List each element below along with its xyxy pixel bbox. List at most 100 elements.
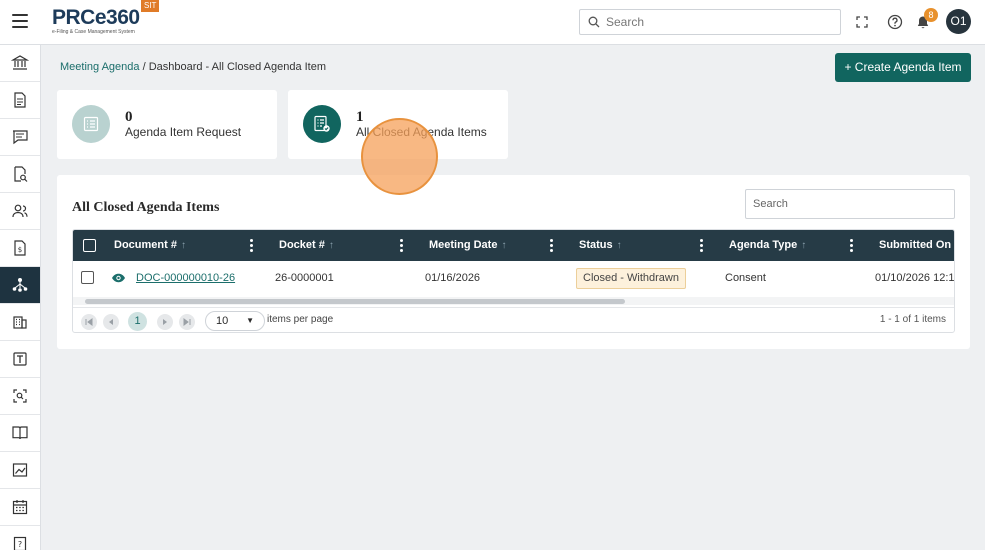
file-search-icon xyxy=(14,166,28,182)
menu-icon[interactable] xyxy=(12,14,28,28)
help-doc-icon: ? xyxy=(13,536,27,550)
prev-page-icon[interactable] xyxy=(103,314,119,330)
bank-icon xyxy=(11,55,29,70)
calendar-icon xyxy=(12,500,28,515)
agenda-grid: Document # ↑ Docket # ↑ Meeting Date ↑ Stat… xyxy=(72,229,955,333)
status-badge: Closed - Withdrawn xyxy=(576,268,686,289)
submitted-on-cell: 01/10/2026 12:10 xyxy=(875,272,955,284)
book-icon xyxy=(12,426,28,440)
panel-search-input[interactable] xyxy=(753,197,943,211)
sidebar-item-templates[interactable] xyxy=(0,341,40,378)
users-icon xyxy=(12,204,28,218)
search-icon xyxy=(588,16,600,28)
last-page-icon[interactable] xyxy=(179,314,195,330)
horizontal-scrollbar[interactable] xyxy=(73,297,954,305)
sidebar-item-documents[interactable] xyxy=(0,82,40,119)
global-search[interactable] xyxy=(579,9,841,35)
column-menu-icon[interactable] xyxy=(400,239,404,252)
card-label: Agenda Item Request xyxy=(125,125,242,139)
sort-icon[interactable]: ↑ xyxy=(617,240,622,251)
column-header-status[interactable]: Status ↑ xyxy=(579,230,622,261)
list-icon xyxy=(83,116,99,132)
docket-cell: 26-0000001 xyxy=(275,272,334,284)
document-icon xyxy=(14,92,26,108)
column-header-submitted-on[interactable]: Submitted On xyxy=(879,230,951,261)
row-checkbox[interactable] xyxy=(81,271,94,284)
sidebar-item-messages[interactable] xyxy=(0,119,40,156)
column-header-agenda-type[interactable]: Agenda Type ↑ xyxy=(729,230,806,261)
eye-icon[interactable] xyxy=(111,272,126,284)
card-count: 1 xyxy=(356,109,364,125)
dollar-file-icon: $ xyxy=(14,240,26,256)
breadcrumb-link[interactable]: Meeting Agenda xyxy=(60,61,140,73)
pager: 1 10 ▼ items per page 1 - 1 of 1 items xyxy=(73,307,954,332)
sort-icon[interactable]: ↑ xyxy=(181,240,186,251)
sidebar-item-reports[interactable] xyxy=(0,452,40,489)
document-link[interactable]: DOC-000000010-26 xyxy=(136,261,235,295)
sidebar-item-bank[interactable] xyxy=(0,45,40,82)
scan-search-icon xyxy=(13,389,27,403)
logo-subtitle: e-Filing & Case Management System xyxy=(52,29,135,35)
sidebar-item-users[interactable] xyxy=(0,193,40,230)
page-number[interactable]: 1 xyxy=(128,312,147,331)
checked-list-icon xyxy=(314,115,330,132)
sidebar-item-scan[interactable] xyxy=(0,378,40,415)
column-menu-icon[interactable] xyxy=(850,239,854,252)
page-size-select[interactable]: 10 ▼ xyxy=(205,311,265,331)
panel-title: All Closed Agenda Items xyxy=(72,200,220,215)
sort-icon[interactable]: ↑ xyxy=(501,240,506,251)
panel-search[interactable] xyxy=(745,189,955,219)
notification-badge: 8 xyxy=(924,8,938,22)
svg-text:$: $ xyxy=(18,246,22,254)
sidebar-item-library[interactable] xyxy=(0,415,40,452)
svg-text:?: ? xyxy=(18,540,22,549)
column-menu-icon[interactable] xyxy=(700,239,704,252)
column-header-docket[interactable]: Docket # ↑ xyxy=(279,230,334,261)
breadcrumb-current: Dashboard - All Closed Agenda Item xyxy=(148,61,327,73)
column-header-document[interactable]: Document # ↑ xyxy=(114,230,186,261)
column-header-meeting-date[interactable]: Meeting Date ↑ xyxy=(429,230,506,261)
card-count: 0 xyxy=(125,109,133,125)
column-menu-icon[interactable] xyxy=(550,239,554,252)
breadcrumb: Meeting Agenda / Dashboard - All Closed … xyxy=(60,61,326,73)
chat-icon xyxy=(13,130,28,145)
card-agenda-item-request[interactable]: 0 Agenda Item Request xyxy=(57,90,277,159)
agenda-type-cell: Consent xyxy=(725,272,766,284)
card-icon-wrap xyxy=(303,105,341,143)
sidebar-item-help[interactable]: ? xyxy=(0,526,40,550)
page-size-label: items per page xyxy=(267,314,334,325)
env-badge: SIT xyxy=(141,0,160,12)
pager-info: 1 - 1 of 1 items xyxy=(879,314,946,325)
top-bar: PRCe360 e-Filing & Case Management Syste… xyxy=(0,0,985,45)
help-icon[interactable] xyxy=(886,13,904,31)
sidebar-item-calendar[interactable] xyxy=(0,489,40,526)
click-indicator xyxy=(361,118,438,195)
sidebar: $ ? xyxy=(0,45,41,550)
create-agenda-item-button[interactable]: + Create Agenda Item xyxy=(835,53,971,82)
sidebar-item-billing[interactable]: $ xyxy=(0,230,40,267)
sidebar-item-meeting-agenda[interactable] xyxy=(0,267,40,304)
next-page-icon[interactable] xyxy=(157,314,173,330)
fullscreen-icon[interactable] xyxy=(853,13,871,31)
breadcrumb-separator: / xyxy=(139,61,149,73)
sidebar-item-organizations[interactable] xyxy=(0,304,40,341)
search-input[interactable] xyxy=(606,14,831,30)
table-row[interactable]: DOC-000000010-26 26-0000001 01/16/2026 C… xyxy=(73,261,955,295)
sort-icon[interactable]: ↑ xyxy=(329,240,334,251)
building-icon xyxy=(13,316,27,329)
first-page-icon[interactable] xyxy=(81,314,97,330)
avatar[interactable]: O1 xyxy=(946,9,971,34)
chevron-down-icon: ▼ xyxy=(246,316,254,325)
sort-icon[interactable]: ↑ xyxy=(801,240,806,251)
sidebar-item-file-search[interactable] xyxy=(0,156,40,193)
closed-items-panel: All Closed Agenda Items Document #↑ Dock… xyxy=(57,175,970,349)
column-menu-icon[interactable] xyxy=(250,239,254,252)
scrollbar-thumb[interactable] xyxy=(85,299,625,304)
card-icon-wrap xyxy=(72,105,110,143)
hierarchy-icon xyxy=(12,278,28,292)
meeting-date-cell: 01/16/2026 xyxy=(425,272,481,284)
chart-icon xyxy=(12,463,28,477)
grid-header: Document # ↑ Docket # ↑ Meeting Date ↑ Stat… xyxy=(73,230,954,261)
text-box-icon xyxy=(13,352,27,366)
select-all-checkbox[interactable] xyxy=(83,239,96,252)
